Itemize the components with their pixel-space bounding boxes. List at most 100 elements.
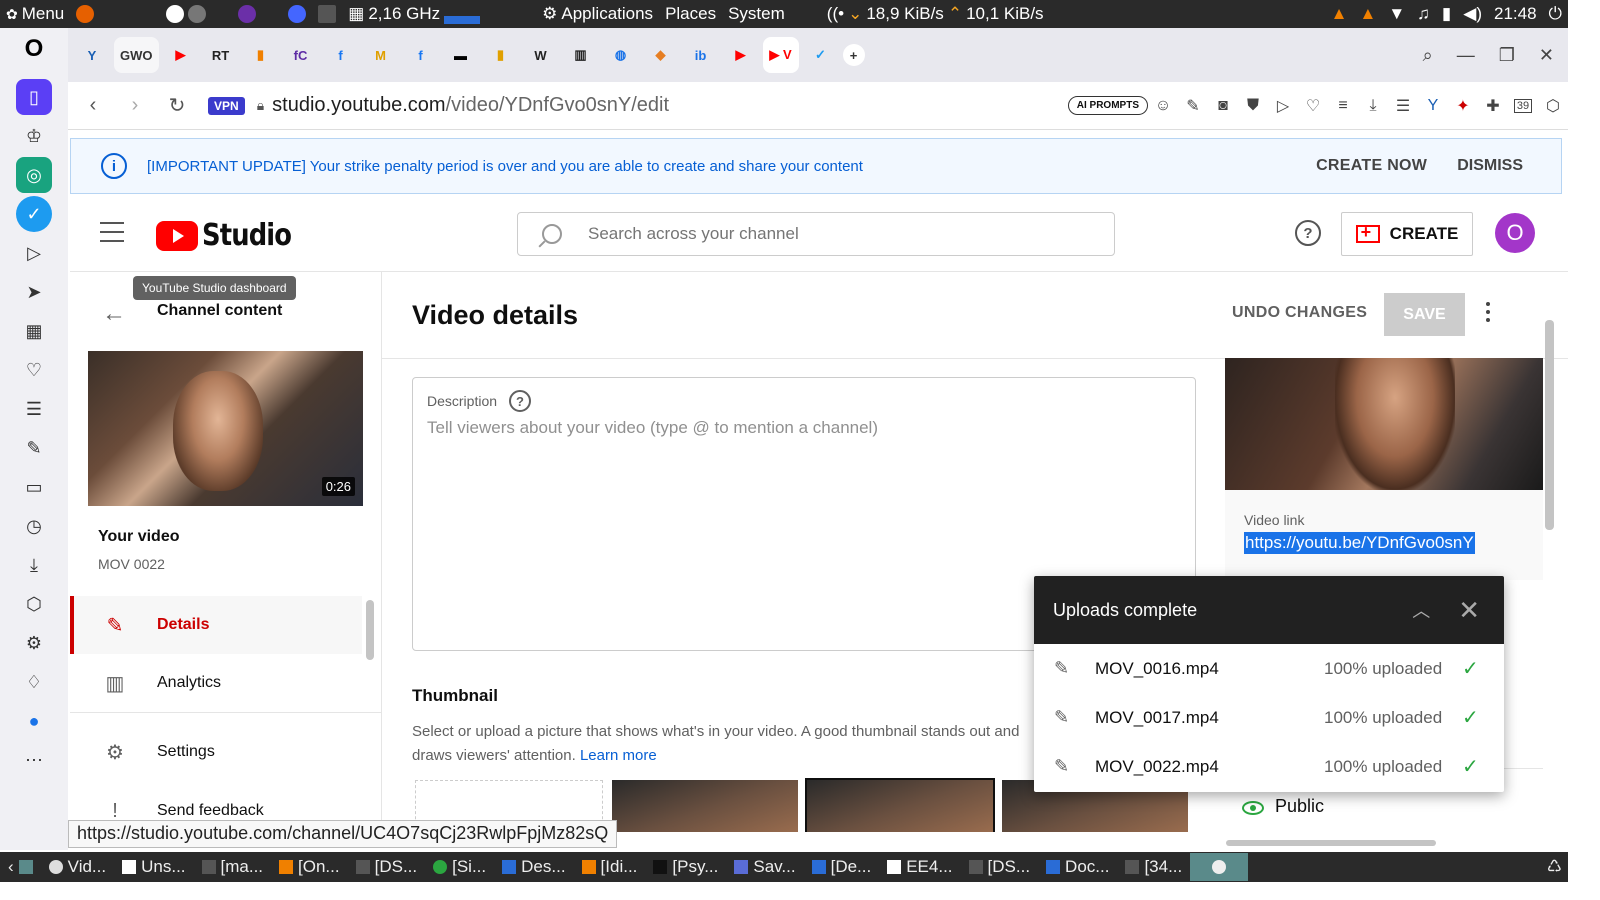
url-field[interactable]: studio.youtube.com/video/YDnfGvo0snY/edi…	[272, 94, 669, 117]
crown-icon[interactable]: ♔	[16, 118, 52, 154]
taskbar-item[interactable]: Uns...	[114, 853, 193, 881]
pencil-icon[interactable]: ✎	[1054, 707, 1074, 728]
close-window-icon[interactable]: ✕	[1539, 45, 1554, 66]
show-desktop-button[interactable]: ‹	[0, 853, 41, 881]
puzzle-icon[interactable]: ✚	[1478, 91, 1508, 121]
camera-icon[interactable]: ◙	[1208, 91, 1238, 121]
player-icon[interactable]: ▷	[16, 235, 52, 271]
apps-grid-icon[interactable]: ▦	[16, 313, 52, 349]
download-icon[interactable]: ⤓	[1358, 91, 1388, 121]
hamburger-menu-icon[interactable]	[100, 222, 124, 242]
tab-youtube-2[interactable]: ▶	[723, 37, 759, 73]
emoji-icon[interactable]: ☺	[1148, 91, 1178, 121]
taskbar-item[interactable]: [De...	[804, 853, 880, 881]
menu-button[interactable]: ✿ Menu	[0, 4, 70, 24]
taskbar-item[interactable]: Vid...	[41, 853, 114, 881]
heart-icon[interactable]: ♡	[16, 352, 52, 388]
taskbar-item[interactable]: [34...	[1117, 853, 1190, 881]
tab-wiki[interactable]: W	[523, 37, 559, 73]
opera-launcher[interactable]	[282, 5, 312, 23]
tray-volume[interactable]: ◀)	[1457, 4, 1488, 24]
trash-icon[interactable]: ♺	[1547, 857, 1562, 877]
chat-icon[interactable]: ●	[16, 703, 52, 739]
taskbar-item[interactable]: [Psy...	[645, 853, 726, 881]
taskbar-item[interactable]: [On...	[271, 853, 348, 881]
clock[interactable]: 21:48	[1488, 4, 1543, 24]
tab-ibb[interactable]: ib	[683, 37, 719, 73]
nav-item-send-feedback[interactable]: ! Send feedback	[70, 782, 362, 822]
send-icon[interactable]: ➤	[16, 274, 52, 310]
workspaces-icon[interactable]: ▯	[16, 79, 52, 115]
lightbulb-icon[interactable]: ♢	[16, 664, 52, 700]
tab-icon-1[interactable]: Y	[74, 37, 110, 73]
calendar-icon[interactable]: 39	[1508, 91, 1538, 121]
taskbar-item[interactable]: Des...	[494, 853, 573, 881]
taskbar-item[interactable]: EE4...	[879, 853, 960, 881]
tab-metamask[interactable]: ◆	[643, 37, 679, 73]
tray-vlc[interactable]: ▲	[1325, 4, 1354, 24]
podcast-launcher[interactable]	[232, 5, 262, 23]
reload-icon[interactable]: ↻	[156, 86, 198, 126]
edit-page-icon[interactable]: ✎	[1178, 91, 1208, 121]
taskbar-item[interactable]: Doc...	[1038, 853, 1117, 881]
tab-gwo[interactable]: GWO	[114, 37, 159, 73]
create-now-button[interactable]: CREATE NOW	[1316, 157, 1427, 175]
more-icon[interactable]: ⋯	[16, 742, 52, 778]
download-icon[interactable]: ⤓	[16, 547, 52, 583]
tab-youtube[interactable]: ▶	[163, 37, 199, 73]
tab-yellow[interactable]: ▮	[483, 37, 519, 73]
tray-wifi[interactable]: ▼	[1382, 4, 1411, 24]
help-icon[interactable]: ?	[1295, 220, 1321, 246]
firefox-launcher[interactable]	[70, 5, 100, 23]
pencil-icon[interactable]: ✎	[1054, 756, 1074, 777]
search-box[interactable]	[517, 212, 1115, 256]
nav-scrollbar[interactable]	[366, 600, 374, 660]
edit-icon[interactable]: ✎	[16, 430, 52, 466]
ai-prompts-button[interactable]: AI PROMPTS	[1067, 96, 1148, 115]
nav-item-details[interactable]: ✎ Details	[70, 596, 362, 654]
taskbar-item[interactable]: [DS...	[961, 853, 1039, 881]
twitter-icon[interactable]: ✓	[16, 196, 52, 232]
tab-twitter[interactable]: ✓	[803, 37, 839, 73]
opera-logo-icon[interactable]: O	[16, 31, 52, 67]
taskbar-item[interactable]: Sav...	[726, 853, 803, 881]
taskbar-item[interactable]: [Idi...	[574, 853, 646, 881]
vpn-badge[interactable]: VPN	[208, 96, 245, 115]
places-menu[interactable]: Places	[659, 4, 722, 24]
main-scrollbar[interactable]	[1545, 320, 1554, 530]
new-tab-button[interactable]: +	[842, 44, 865, 66]
tab-facebook-2[interactable]: f	[403, 37, 439, 73]
save-button[interactable]: SAVE	[1384, 293, 1465, 336]
restore-icon[interactable]: ❐	[1499, 45, 1515, 66]
extension-y-icon[interactable]: Y	[1418, 91, 1448, 121]
taskbar-item[interactable]: [DS...	[348, 853, 426, 881]
cube-icon[interactable]: ⬡	[16, 586, 52, 622]
extension-red-icon[interactable]: ✦	[1448, 91, 1478, 121]
dismiss-button[interactable]: DISMISS	[1457, 157, 1523, 175]
applications-menu[interactable]: ⚙ Applications	[536, 4, 659, 24]
create-button[interactable]: CREATE	[1341, 212, 1473, 256]
help-icon[interactable]: ?	[509, 390, 532, 412]
gear-icon[interactable]: ⚙	[16, 625, 52, 661]
power-button[interactable]: ⏻	[1543, 4, 1568, 24]
avatar[interactable]: O	[1495, 213, 1535, 253]
pencil-icon[interactable]: ✎	[1054, 658, 1074, 679]
nav-item-analytics[interactable]: ▥ Analytics	[70, 654, 362, 712]
screen-icon[interactable]: ▭	[16, 469, 52, 505]
back-arrow-icon[interactable]: ←	[102, 300, 126, 328]
video-preview[interactable]	[1225, 358, 1543, 490]
horizontal-scrollbar[interactable]	[1226, 840, 1436, 846]
chevron-up-icon[interactable]: ︿	[1412, 597, 1430, 623]
video-link-url[interactable]: https://youtu.be/YDnfGvo0snY	[1244, 532, 1475, 554]
taskbar-item[interactable]: [Si...	[425, 853, 494, 881]
search-input[interactable]	[588, 224, 1068, 244]
undo-changes-button[interactable]: UNDO CHANGES	[1232, 304, 1367, 322]
taskbar-item[interactable]: [ma...	[194, 853, 272, 881]
tab-museum[interactable]: ▥	[563, 37, 599, 73]
easy-setup-icon[interactable]: ≡	[1328, 91, 1358, 121]
tab-facebook[interactable]: f	[323, 37, 359, 73]
tab-orange[interactable]: ▮	[243, 37, 279, 73]
tab-yahoo[interactable]: fC	[283, 37, 319, 73]
tab-flixbus[interactable]: M	[363, 37, 399, 73]
thumbnail-option[interactable]	[612, 780, 798, 832]
